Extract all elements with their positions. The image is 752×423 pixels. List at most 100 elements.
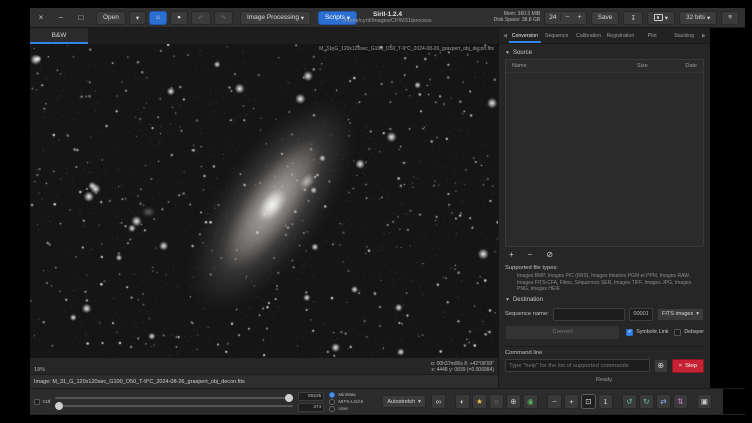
user-label: User	[338, 406, 348, 412]
high-threshold-slider[interactable]	[55, 397, 293, 399]
desktop-gap	[710, 28, 745, 388]
remove-files-button[interactable]: −	[528, 251, 533, 259]
window-controls: × − □	[36, 13, 86, 22]
invert-view-button[interactable]: ◐	[455, 394, 470, 409]
pixel-coordinates: x: 4448 y: 0839 (=0.006884)	[431, 367, 494, 373]
cursor-coordinates: α: 00h37m06s δ: +42°08'09" x: 4448 y: 08…	[431, 361, 494, 373]
redo-button[interactable]: ↷	[214, 11, 233, 25]
tabs-scroll-left-icon[interactable]: ◀	[501, 28, 509, 43]
channel-tabs: B&W	[30, 28, 498, 44]
threads-spinner[interactable]: 24 − +	[544, 11, 586, 25]
layers-icon: ▣	[701, 397, 708, 406]
stretch-mode-dropdown[interactable]: Autostretch▾	[382, 395, 426, 408]
zoom-one-button[interactable]: 1	[598, 394, 613, 409]
grid-icon: ⊕	[510, 397, 516, 406]
cut-checkbox[interactable]: cut	[34, 399, 50, 405]
link-channels-button[interactable]: ∞	[431, 394, 446, 409]
symbolic-link-checkbox[interactable]: ✓Symbolic Link	[626, 329, 668, 336]
home-directory-button[interactable]: ⌂	[149, 11, 167, 25]
rotate-ccw-button[interactable]: ↺	[622, 394, 637, 409]
image-processing-menu[interactable]: Image Processing ▾	[240, 11, 311, 25]
transform-tools: ↺ ↻ ⇄ ⇅	[622, 394, 688, 409]
rotate-cw-button[interactable]: ↻	[639, 394, 654, 409]
bit-depth-dropdown[interactable]: 32 bits ▾	[679, 11, 717, 25]
left-toolbar: Open ▾ ⌂ ● ↶ ↷ Image Processing ▾ Script…	[96, 11, 357, 25]
high-value-field[interactable]: 65535	[298, 392, 324, 401]
threads-value: 24	[545, 14, 561, 21]
star-detection-button[interactable]: ★	[472, 394, 487, 409]
tab-registration[interactable]: Registration	[604, 28, 636, 43]
low-value-field[interactable]: 374	[298, 403, 324, 412]
tab-bw-channel[interactable]: B&W	[30, 28, 88, 44]
column-name[interactable]: Name	[512, 63, 637, 69]
compass-button[interactable]: ◉	[523, 394, 538, 409]
globe-icon: ⊕	[657, 361, 664, 370]
save-button[interactable]: Save	[591, 11, 620, 25]
mirror-horizontal-button[interactable]: ⇄	[656, 394, 671, 409]
chevron-down-icon: ▾	[696, 311, 699, 317]
annotations-button[interactable]: ◌	[489, 394, 504, 409]
celestial-grid-button[interactable]: ⊕	[506, 394, 521, 409]
radio-minmax[interactable]: Min/Max	[329, 392, 377, 398]
add-files-button[interactable]: +	[509, 251, 514, 259]
tab-plot[interactable]: Plot	[636, 28, 668, 43]
column-date[interactable]: Date	[671, 63, 697, 69]
output-format-dropdown[interactable]: FITS images▾	[657, 308, 704, 321]
compass-icon: ◉	[527, 397, 534, 406]
viewer-info-strip: 19% α: 00h37m06s δ: +42°08'09" x: 4448 y…	[30, 358, 498, 374]
column-size[interactable]: Size	[637, 63, 671, 69]
annotation-tools: ◐ ★ ◌ ⊕ ◉	[455, 394, 538, 409]
zoom-in-button[interactable]: +	[564, 394, 579, 409]
zoom-fit-button[interactable]: ⊡	[581, 394, 596, 409]
tab-conversion[interactable]: Conversion	[509, 28, 541, 43]
radio-user[interactable]: User	[329, 406, 377, 412]
disk-space-text: Disk Space: 38.8 GB	[494, 18, 540, 24]
radio-icon	[329, 406, 335, 412]
destination-section-header[interactable]: ▼Destination	[505, 297, 704, 303]
zoom-out-button[interactable]: −	[547, 394, 562, 409]
hamburger-menu-button[interactable]: ≡	[721, 11, 739, 25]
slider-handle[interactable]	[55, 402, 63, 410]
start-index-field[interactable]: 00001	[629, 308, 653, 321]
image-processing-label: Image Processing	[247, 14, 299, 21]
convert-button[interactable]: Convert	[505, 325, 620, 340]
low-threshold-slider[interactable]	[55, 405, 293, 407]
checkbox-checked-icon: ✓	[626, 329, 633, 336]
display-toolbar: cut 65535 374 Min/Max MIPS-LO/HI User Au…	[30, 388, 745, 414]
scripts-menu[interactable]: Scripts ▾	[318, 11, 357, 25]
radio-mips[interactable]: MIPS-LO/HI	[329, 399, 377, 405]
right-toolbar: Mem: 360.3 MiB Disk Space: 38.8 GB 24 − …	[494, 11, 739, 25]
tab-sequence[interactable]: Sequence	[541, 28, 573, 43]
image-list-group: ▣	[697, 394, 712, 409]
command-help-button[interactable]: ⊕	[654, 359, 668, 373]
source-file-list[interactable]: Name Size Date	[505, 59, 704, 247]
collapse-icon: ▼	[505, 50, 510, 56]
livestacking-button[interactable]: ●	[170, 11, 188, 25]
minimize-icon[interactable]: −	[56, 13, 66, 22]
command-input[interactable]	[505, 359, 650, 372]
tab-calibration[interactable]: Calibration	[573, 28, 605, 43]
minus-icon[interactable]: −	[561, 14, 573, 21]
plus-icon[interactable]: +	[574, 14, 586, 21]
stop-button[interactable]: ×Stop	[672, 359, 704, 373]
snapshot-button[interactable]: ▾	[647, 11, 675, 25]
image-list-button[interactable]: ▣	[697, 394, 712, 409]
maximize-icon[interactable]: □	[76, 13, 86, 22]
mirror-vertical-button[interactable]: ⇅	[673, 394, 688, 409]
tabs-scroll-right-icon[interactable]: ▶	[700, 28, 708, 43]
stop-label: Stop	[685, 363, 697, 369]
slider-handle[interactable]	[285, 394, 293, 402]
open-recent-dropdown[interactable]: ▾	[129, 11, 146, 25]
save-as-button[interactable]: ↧	[623, 11, 642, 25]
tab-stacking[interactable]: Stacking	[668, 28, 700, 43]
chevron-down-icon: ▾	[136, 14, 139, 22]
image-viewport[interactable]: M_31_G_120x120sec_G100_O50_T-9°C_2024-08…	[30, 44, 498, 358]
source-section-header[interactable]: ▼Source	[505, 50, 704, 56]
open-button[interactable]: Open	[96, 11, 126, 25]
undo-button[interactable]: ↶	[191, 11, 210, 25]
convert-row: Convert ✓Symbolic Link Debayer	[505, 325, 704, 340]
close-icon[interactable]: ×	[36, 13, 46, 22]
debayer-checkbox[interactable]: Debayer	[674, 329, 704, 336]
clear-list-button[interactable]: ⊘	[546, 251, 553, 259]
sequence-name-input[interactable]	[553, 308, 625, 321]
